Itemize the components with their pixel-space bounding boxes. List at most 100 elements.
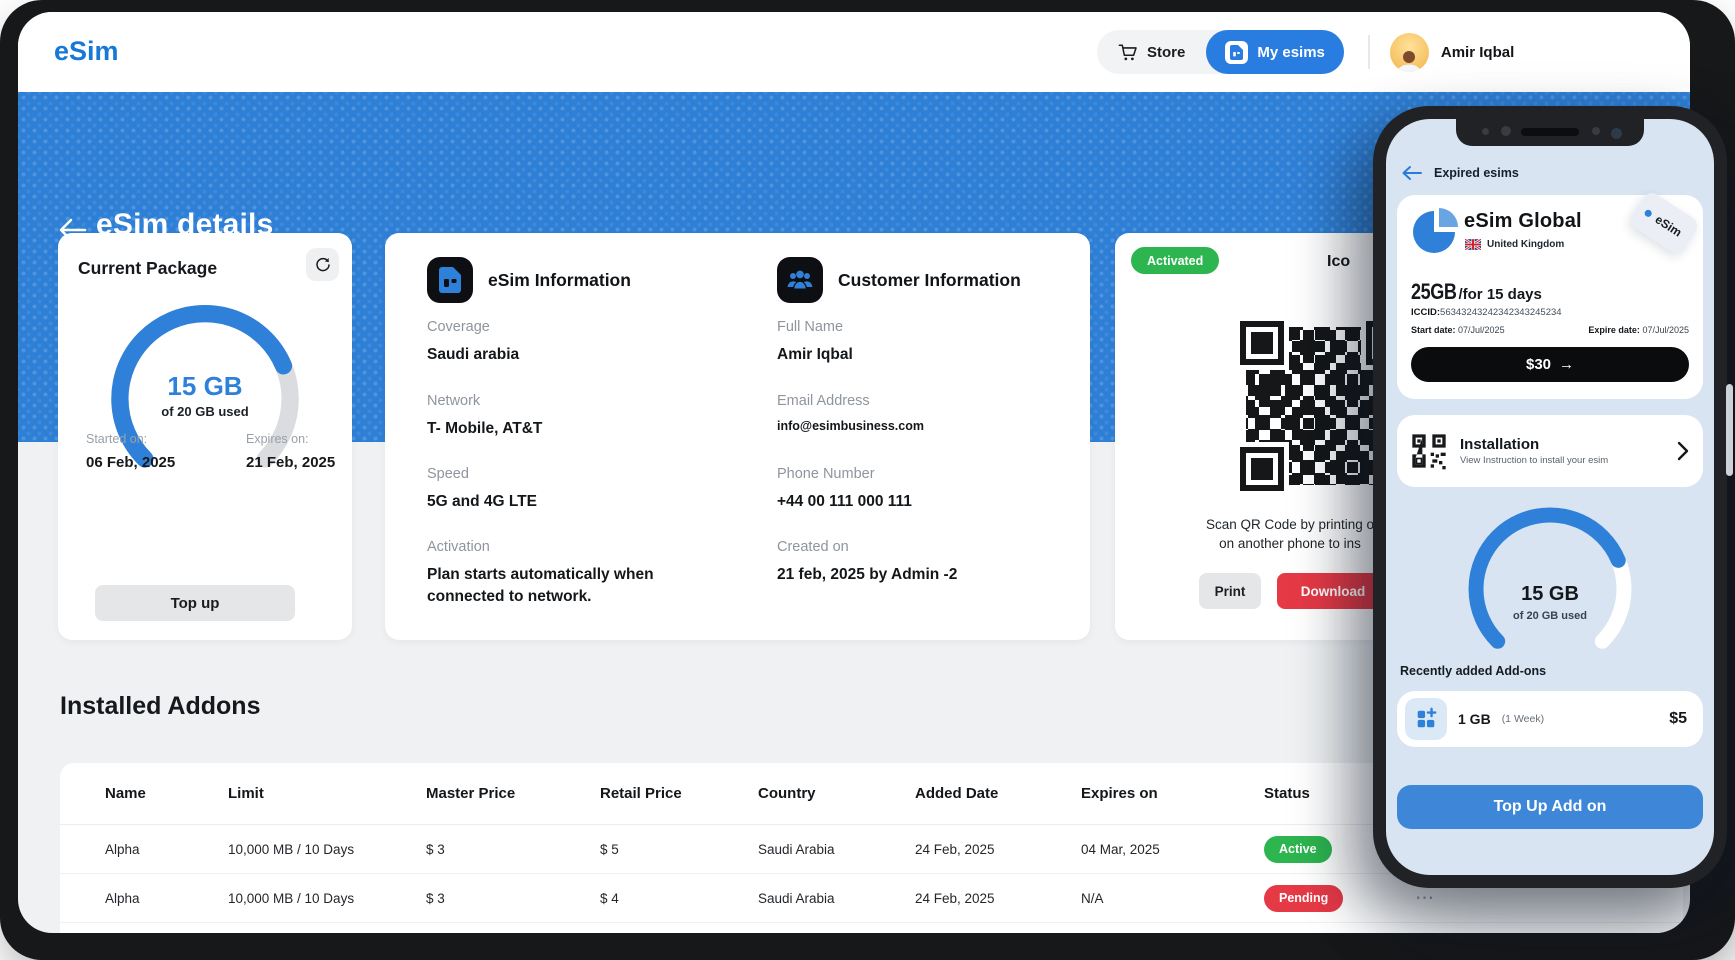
phone-usage-gauge: 15 GB of 20 GB used: [1386, 497, 1714, 662]
tag-label: eSim: [1653, 212, 1685, 239]
refresh-icon: [314, 256, 332, 274]
phone-notch: [1456, 119, 1644, 146]
gauge-progress-arc: [1476, 515, 1624, 641]
refresh-button[interactable]: [306, 248, 339, 281]
field-label: Network: [427, 393, 542, 409]
top-up-addon-button[interactable]: Top Up Add on: [1397, 785, 1703, 829]
phone-mockup: Expired esims eSim Global United Kingdom…: [1373, 106, 1727, 888]
top-navbar: eSim Store My esims: [18, 12, 1690, 92]
field-label: Email Address: [777, 393, 924, 409]
activated-badge: Activated: [1131, 247, 1219, 274]
my-esims-label: My esims: [1257, 44, 1325, 61]
plan-volume-period: /for 15 days: [1458, 286, 1541, 303]
gauge-used-value: 15 GB: [1386, 583, 1714, 606]
installation-title: Installation: [1460, 436, 1608, 453]
field-value: 21 feb, 2025 by Admin -2: [777, 564, 957, 586]
field-phone: Phone Number +44 00 111 000 111: [777, 466, 912, 513]
phone-speaker: [1521, 128, 1579, 136]
field-value: Amir Iqbal: [777, 344, 853, 366]
customer-info-title: Customer Information: [838, 270, 1021, 291]
esim-tag-sticker: eSim: [1627, 189, 1701, 256]
plan-iccid: ICCID:56343243242342343245234: [1411, 307, 1562, 318]
phone-side-button: [1726, 384, 1733, 476]
print-button[interactable]: Print: [1199, 573, 1261, 609]
top-up-button[interactable]: Top up: [95, 585, 295, 621]
cell-added-date: 24 Feb, 2025: [915, 891, 1081, 906]
info-card: eSim Information Coverage Saudi arabia N…: [385, 233, 1090, 640]
phone-camera-icon: [1501, 126, 1511, 136]
field-label: Speed: [427, 466, 537, 482]
expires-on-block: Expires on: 21 Feb, 2025: [246, 432, 335, 471]
cell-name: Alpha: [105, 891, 228, 906]
iccid-value: 56343243242342343245234: [1440, 307, 1562, 318]
gauge-total-label: of 20 GB used: [58, 404, 352, 419]
back-arrow-icon[interactable]: [1401, 165, 1423, 181]
cell-country: Saudi Arabia: [758, 891, 915, 906]
start-date-label: Start date:: [1411, 325, 1456, 335]
cell-retail-price: $ 4: [600, 891, 758, 906]
qr-finder-icon: [1240, 321, 1284, 365]
field-value: info@esimbusiness.com: [777, 418, 924, 436]
field-value: +44 00 111 000 111: [777, 491, 912, 513]
cell-retail-price: $ 5: [600, 842, 758, 857]
qr-finder-icon: [1240, 447, 1284, 491]
esim-plan-card[interactable]: eSim Global United Kingdom eSim 25GB/for…: [1397, 195, 1703, 399]
device-frame: eSim details My eSims > sim#324324234 eS…: [0, 0, 1735, 960]
expire-date: Expire date: 07/Jul/2025: [1588, 325, 1689, 335]
field-speed: Speed 5G and 4G LTE: [427, 466, 537, 513]
addon-row[interactable]: 1 GB (1 Week) $5: [1397, 691, 1703, 747]
cell-master-price: $ 3: [426, 891, 600, 906]
qr-card-title-fragment: Ico: [1327, 253, 1350, 271]
start-date: Start date: 07/Jul/2025: [1411, 325, 1505, 335]
nav-divider: [1368, 35, 1370, 69]
user-name: Amir Iqbal: [1441, 44, 1514, 61]
nav-toggle-group: Store My esims: [1097, 30, 1344, 74]
field-label: Created on: [777, 539, 957, 555]
phone-page-header: Expired esims: [1401, 165, 1519, 181]
installation-card[interactable]: Installation View Instruction to install…: [1397, 415, 1703, 487]
navbar-right: Store My esims Amir Iqbal: [1097, 30, 1514, 74]
cart-icon: [1118, 43, 1138, 62]
uk-flag-icon: [1465, 239, 1481, 250]
phone-camera-icon: [1611, 128, 1622, 139]
esim-info-header: eSim Information: [427, 257, 631, 303]
sim-card-icon: [1225, 41, 1248, 64]
cell-country: Saudi Arabia: [758, 842, 915, 857]
status-badge: Active: [1264, 836, 1332, 863]
customer-info-header: Customer Information: [777, 257, 1021, 303]
cell-expires-on: 04 Mar, 2025: [1081, 842, 1264, 857]
field-network: Network T- Mobile, AT&T: [427, 393, 542, 440]
installed-addons-heading: Installed Addons: [60, 692, 260, 721]
cell-master-price: $ 3: [426, 842, 600, 857]
installation-subtitle: View Instruction to install your esim: [1460, 455, 1608, 466]
installation-texts: Installation View Instruction to install…: [1460, 436, 1608, 466]
field-value: Plan starts automatically when connected…: [427, 564, 677, 608]
esim-info-title: eSim Information: [488, 270, 631, 291]
col-added-date: Added Date: [915, 785, 1081, 802]
cell-limit: 10,000 MB / 10 Days: [228, 891, 426, 906]
addon-price: $5: [1669, 710, 1687, 728]
expire-date-label: Expire date:: [1588, 325, 1640, 335]
field-full-name: Full Name Amir Iqbal: [777, 319, 853, 366]
start-date-value: 07/Jul/2025: [1458, 325, 1505, 335]
arrow-right-icon: →: [1559, 356, 1574, 373]
row-menu-icon[interactable]: ⋯: [1415, 887, 1683, 910]
cell-name: Alpha: [105, 842, 228, 857]
plan-price-button[interactable]: $30→: [1411, 347, 1689, 382]
plan-country-label: United Kingdom: [1487, 239, 1564, 250]
field-label: Activation: [427, 539, 677, 555]
started-on-value: 06 Feb, 2025: [86, 454, 175, 471]
app-logo[interactable]: eSim: [54, 36, 119, 67]
expire-date-value: 07/Jul/2025: [1642, 325, 1689, 335]
field-email: Email Address info@esimbusiness.com: [777, 393, 924, 436]
started-on-block: Started on: 06 Feb, 2025: [86, 432, 175, 471]
started-on-label: Started on:: [86, 432, 175, 446]
store-button[interactable]: Store: [1097, 43, 1206, 62]
addon-size: 1 GB: [1458, 711, 1491, 727]
phone-camera-icon: [1482, 128, 1489, 135]
current-package-card: Current Package 15 GB of 20 GB used Star…: [58, 233, 352, 640]
user-avatar[interactable]: [1390, 33, 1429, 72]
col-expires-on: Expires on: [1081, 785, 1264, 802]
my-esims-button[interactable]: My esims: [1206, 30, 1344, 74]
plan-name: eSim Global: [1464, 210, 1582, 233]
